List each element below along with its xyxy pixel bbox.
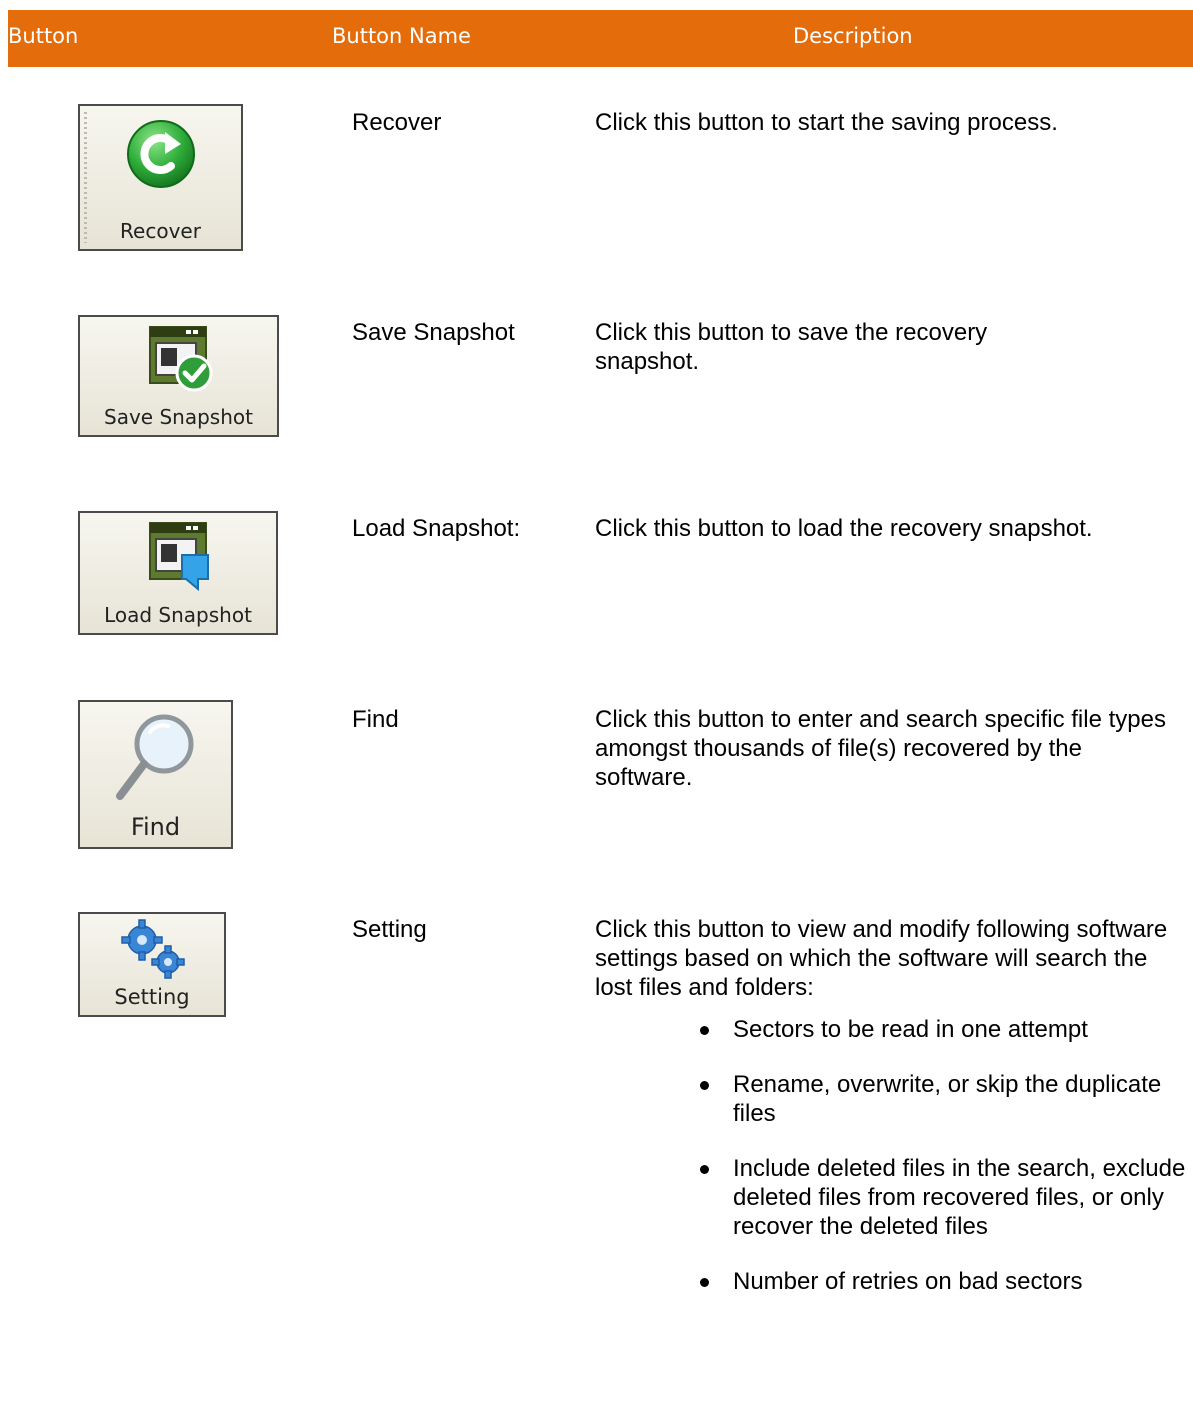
save-snapshot-button-image: Save Snapshot (78, 315, 279, 437)
recover-button-image: Recover (78, 104, 243, 251)
list-item: Sectors to be read in one attempt (700, 1015, 1190, 1044)
row-description-setting: Click this button to view and modify fol… (595, 916, 1168, 1001)
load-snapshot-icon (149, 522, 209, 591)
row-name-load-snapshot: Load Snapshot: (352, 515, 521, 542)
setting-button-image: Setting (78, 912, 226, 1017)
list-item: Rename, overwrite, or skip the duplicate… (700, 1070, 1190, 1128)
setting-icon-label: Setting (114, 985, 190, 1009)
save-snapshot-icon-label: Save Snapshot (104, 405, 253, 429)
list-item: Include deleted files in the search, exc… (700, 1154, 1190, 1241)
table-header: Button Button Name Description (8, 10, 1193, 67)
row-description-recover: Click this button to start the saving pr… (595, 109, 1058, 136)
row-description-find: Click this button to enter and search sp… (595, 706, 1166, 791)
load-snapshot-button-image: Load Snapshot (78, 511, 278, 635)
row-name-save-snapshot: Save Snapshot (352, 319, 515, 346)
row-name-find: Find (352, 706, 399, 733)
magnifier-icon (116, 714, 194, 800)
recover-icon-label: Recover (120, 219, 201, 243)
setting-options-list: Sectors to be read in one attempt Rename… (700, 1015, 1190, 1322)
list-item: Number of retries on bad sectors (700, 1267, 1190, 1296)
row-description-load-snapshot: Click this button to load the recovery s… (595, 515, 1093, 542)
save-snapshot-icon (149, 326, 213, 392)
row-description-save-snapshot: Click this button to save the recovery s… (595, 319, 988, 375)
gears-icon (121, 919, 185, 979)
header-description-column: Description (793, 24, 913, 48)
row-name-recover: Recover (352, 109, 442, 136)
find-button-image: Find (78, 700, 233, 849)
row-name-setting: Setting (352, 916, 427, 943)
load-snapshot-icon-label: Load Snapshot (104, 603, 252, 627)
recover-icon (127, 120, 195, 188)
header-button-name-column: Button Name (332, 24, 471, 48)
header-button-column: Button (8, 24, 79, 48)
find-icon-label: Find (130, 813, 181, 841)
